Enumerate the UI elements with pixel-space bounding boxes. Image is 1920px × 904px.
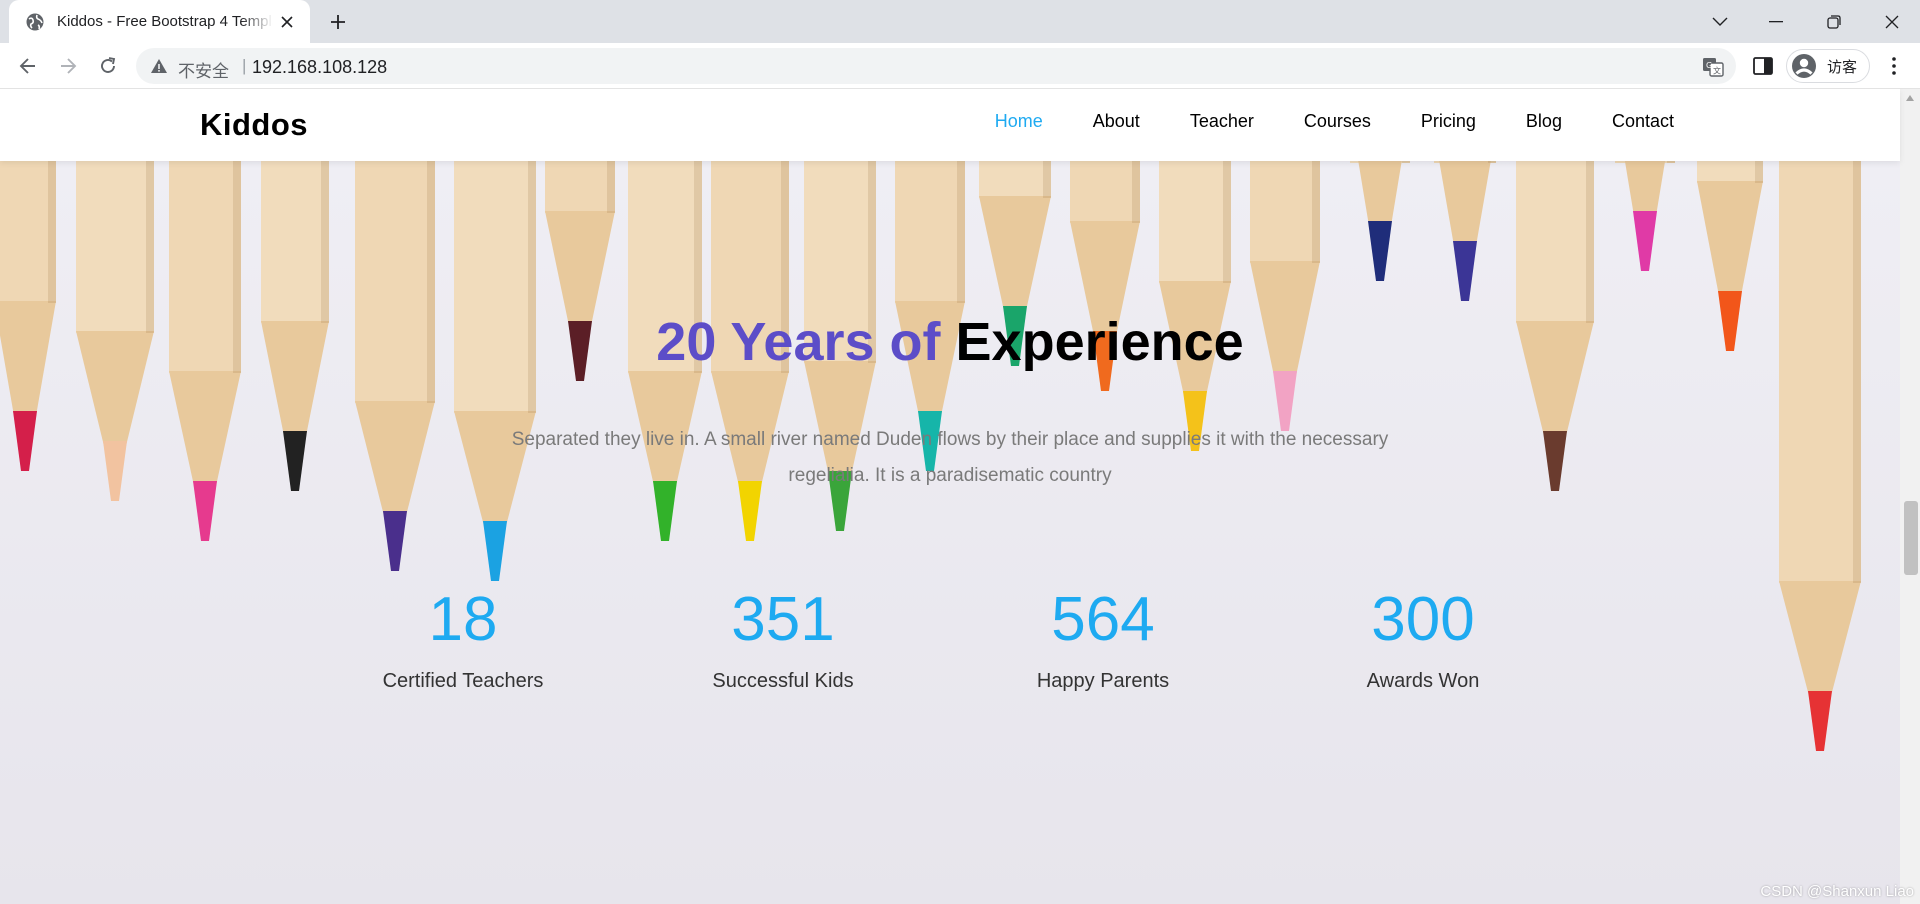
more-vert-icon[interactable] [1882,53,1906,79]
nav-contact[interactable]: Contact [1612,111,1674,132]
watermark: CSDN @Shanxun Liao [1760,883,1914,900]
site-navbar: Kiddos Home About Teacher Courses Pricin… [0,89,1900,161]
close-icon[interactable] [276,11,298,33]
warning-icon[interactable] [150,57,168,75]
stat-label: Successful Kids [712,670,854,692]
section-heading: 20 Years of Experience [0,311,1900,373]
stat-item: 18 Certified Teachers [313,584,613,693]
heading-accent: 20 Years of [656,312,941,372]
plus-icon[interactable] [324,8,352,36]
back-arrow-icon[interactable] [12,50,44,82]
pencils-background-image [0,161,1861,751]
url-text[interactable]: 192.168.108.128 [252,57,387,78]
heading-dark: Experience [955,312,1244,372]
nav-teacher[interactable]: Teacher [1190,111,1254,132]
hero-section [0,161,1900,904]
stat-label: Certified Teachers [382,670,544,692]
translate-icon[interactable]: G 文 [1702,56,1724,78]
tab-strip: Kiddos - Free Bootstrap 4 Template by Co… [0,0,1920,43]
page-scrollbar[interactable] [1900,89,1920,904]
scroll-up-arrow[interactable] [1906,95,1914,101]
profile-label: 访客 [1827,58,1858,76]
section-lead: Separated they live in. A small river na… [511,429,1389,486]
stat-number: 351 [731,585,835,654]
stat-item: 564 Happy Parents [953,584,1253,693]
side-panel-icon[interactable] [1752,55,1774,77]
stat-number: 300 [1371,585,1475,654]
tab-title: Kiddos - Free Bootstrap 4 Template by Co… [57,13,273,30]
stat-item: 300 Awards Won [1273,584,1573,693]
scrollbar-thumb[interactable] [1904,501,1918,575]
stat-label: Awards Won [1366,670,1480,692]
stat-number: 18 [428,585,498,654]
svg-text:G: G [1706,61,1712,70]
minimize-icon[interactable] [1748,0,1804,43]
page-viewport: Kiddos Home About Teacher Courses Pricin… [0,89,1920,904]
nav-home[interactable]: Home [995,111,1043,132]
browser-toolbar: 不安全 | 192.168.108.128 G 文 访客 [0,43,1920,89]
globe-icon [26,13,44,30]
site-brand[interactable]: Kiddos [200,107,308,143]
avatar-icon [1792,54,1816,78]
nav-blog[interactable]: Blog [1526,111,1562,132]
address-bar[interactable]: 不安全 | 192.168.108.128 G 文 [136,48,1736,84]
nav-pricing[interactable]: Pricing [1421,111,1476,132]
nav-about[interactable]: About [1093,111,1140,132]
nav-courses[interactable]: Courses [1304,111,1371,132]
window-close-icon[interactable] [1864,0,1920,43]
reload-icon[interactable] [92,50,124,82]
omnibox-separator: | [242,56,247,75]
stat-label: Happy Parents [1036,670,1170,692]
svg-text:文: 文 [1713,66,1721,76]
stat-item: 351 Successful Kids [633,584,933,693]
forward-arrow-icon[interactable] [52,50,84,82]
browser-tab[interactable]: Kiddos - Free Bootstrap 4 Template by Co… [9,0,310,43]
chevron-down-icon[interactable] [1692,0,1748,43]
stat-number: 564 [1051,585,1155,654]
profile-button[interactable]: 访客 [1786,49,1870,83]
security-label[interactable]: 不安全 [178,57,229,82]
restore-icon[interactable] [1806,0,1862,43]
site-nav: Home About Teacher Courses Pricing Blog … [945,111,1674,132]
